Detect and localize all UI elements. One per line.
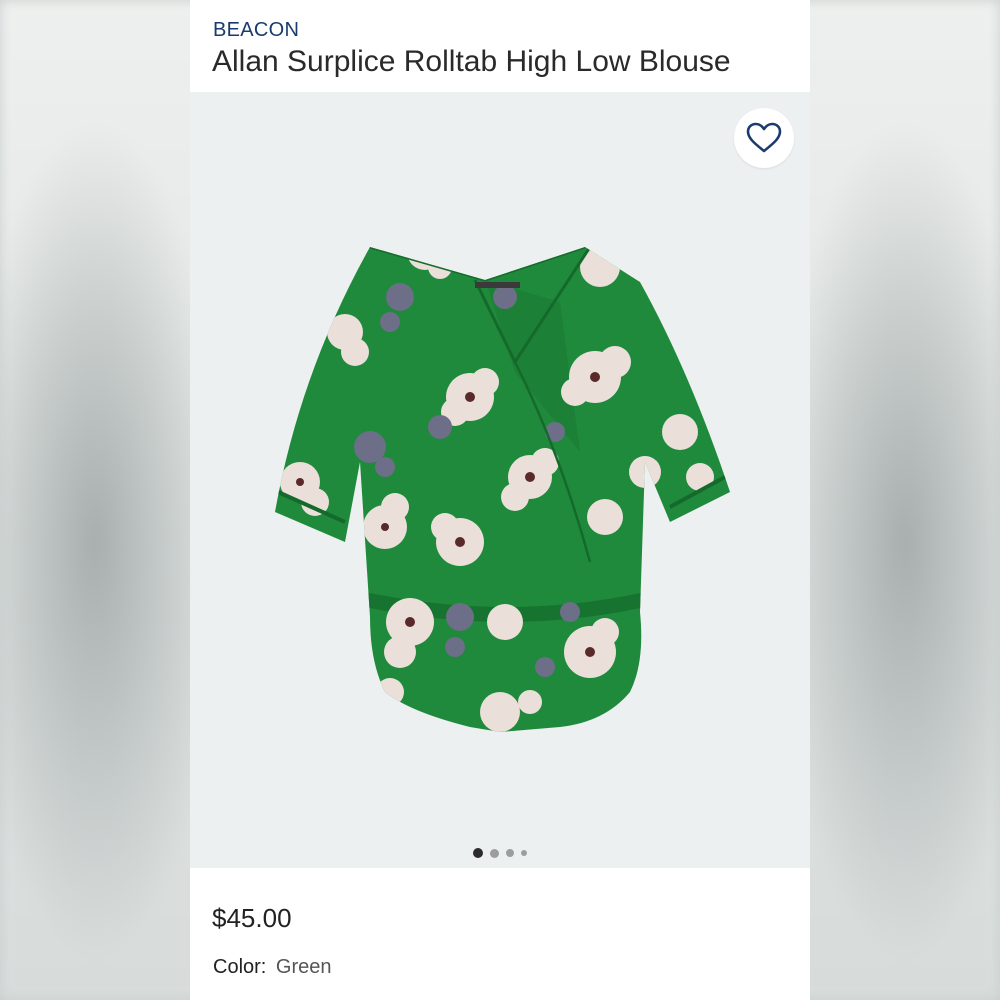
pagination-dot[interactable] bbox=[521, 850, 527, 856]
heart-outline-icon bbox=[746, 122, 782, 153]
blouse-image bbox=[275, 247, 730, 732]
product-image-gallery[interactable] bbox=[190, 92, 810, 868]
product-header: BEACON Allan Surplice Rolltab High Low B… bbox=[190, 0, 810, 92]
pagination-dot[interactable] bbox=[473, 848, 483, 858]
product-price: $45.00 bbox=[212, 903, 292, 933]
product-info: $45.00 Color: Green bbox=[190, 868, 810, 1000]
product-title: Allan Surplice Rolltab High Low Blouse bbox=[212, 45, 731, 78]
color-label: Color: bbox=[213, 956, 267, 978]
color-selector: Color: Green bbox=[213, 956, 332, 979]
pagination-dot[interactable] bbox=[490, 848, 499, 858]
image-pagination[interactable] bbox=[190, 847, 810, 859]
favorite-button[interactable] bbox=[734, 108, 794, 168]
product-screen: BEACON Allan Surplice Rolltab High Low B… bbox=[190, 0, 810, 1000]
brand-name[interactable]: BEACON bbox=[213, 19, 299, 42]
color-value: Green bbox=[275, 956, 332, 978]
pagination-dot[interactable] bbox=[506, 849, 514, 857]
